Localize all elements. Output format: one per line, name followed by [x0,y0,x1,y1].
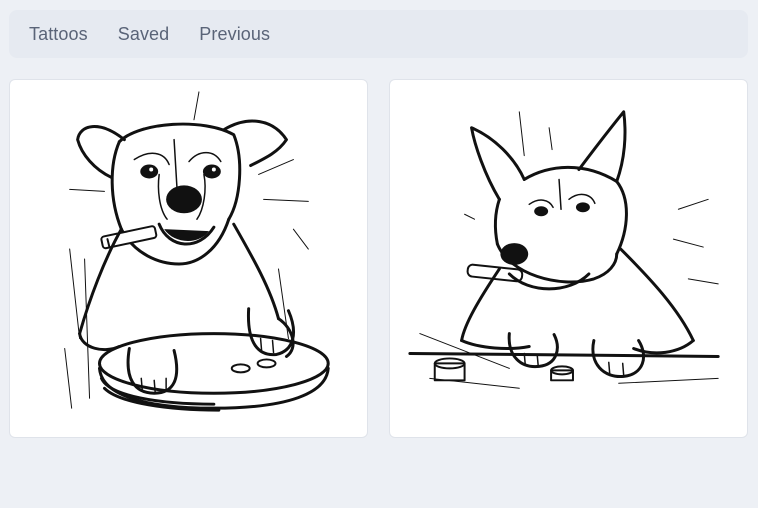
tattoo-card-1[interactable] [9,79,368,438]
boxer-dog-sketch-image [64,91,330,412]
tattoo-card-2[interactable] [389,79,748,438]
shepherd-dog-sketch-image [408,110,720,389]
tab-previous[interactable]: Previous [199,24,270,45]
top-nav: Tattoos Saved Previous [9,10,748,58]
tab-saved[interactable]: Saved [118,24,170,45]
tab-tattoos[interactable]: Tattoos [29,24,88,45]
